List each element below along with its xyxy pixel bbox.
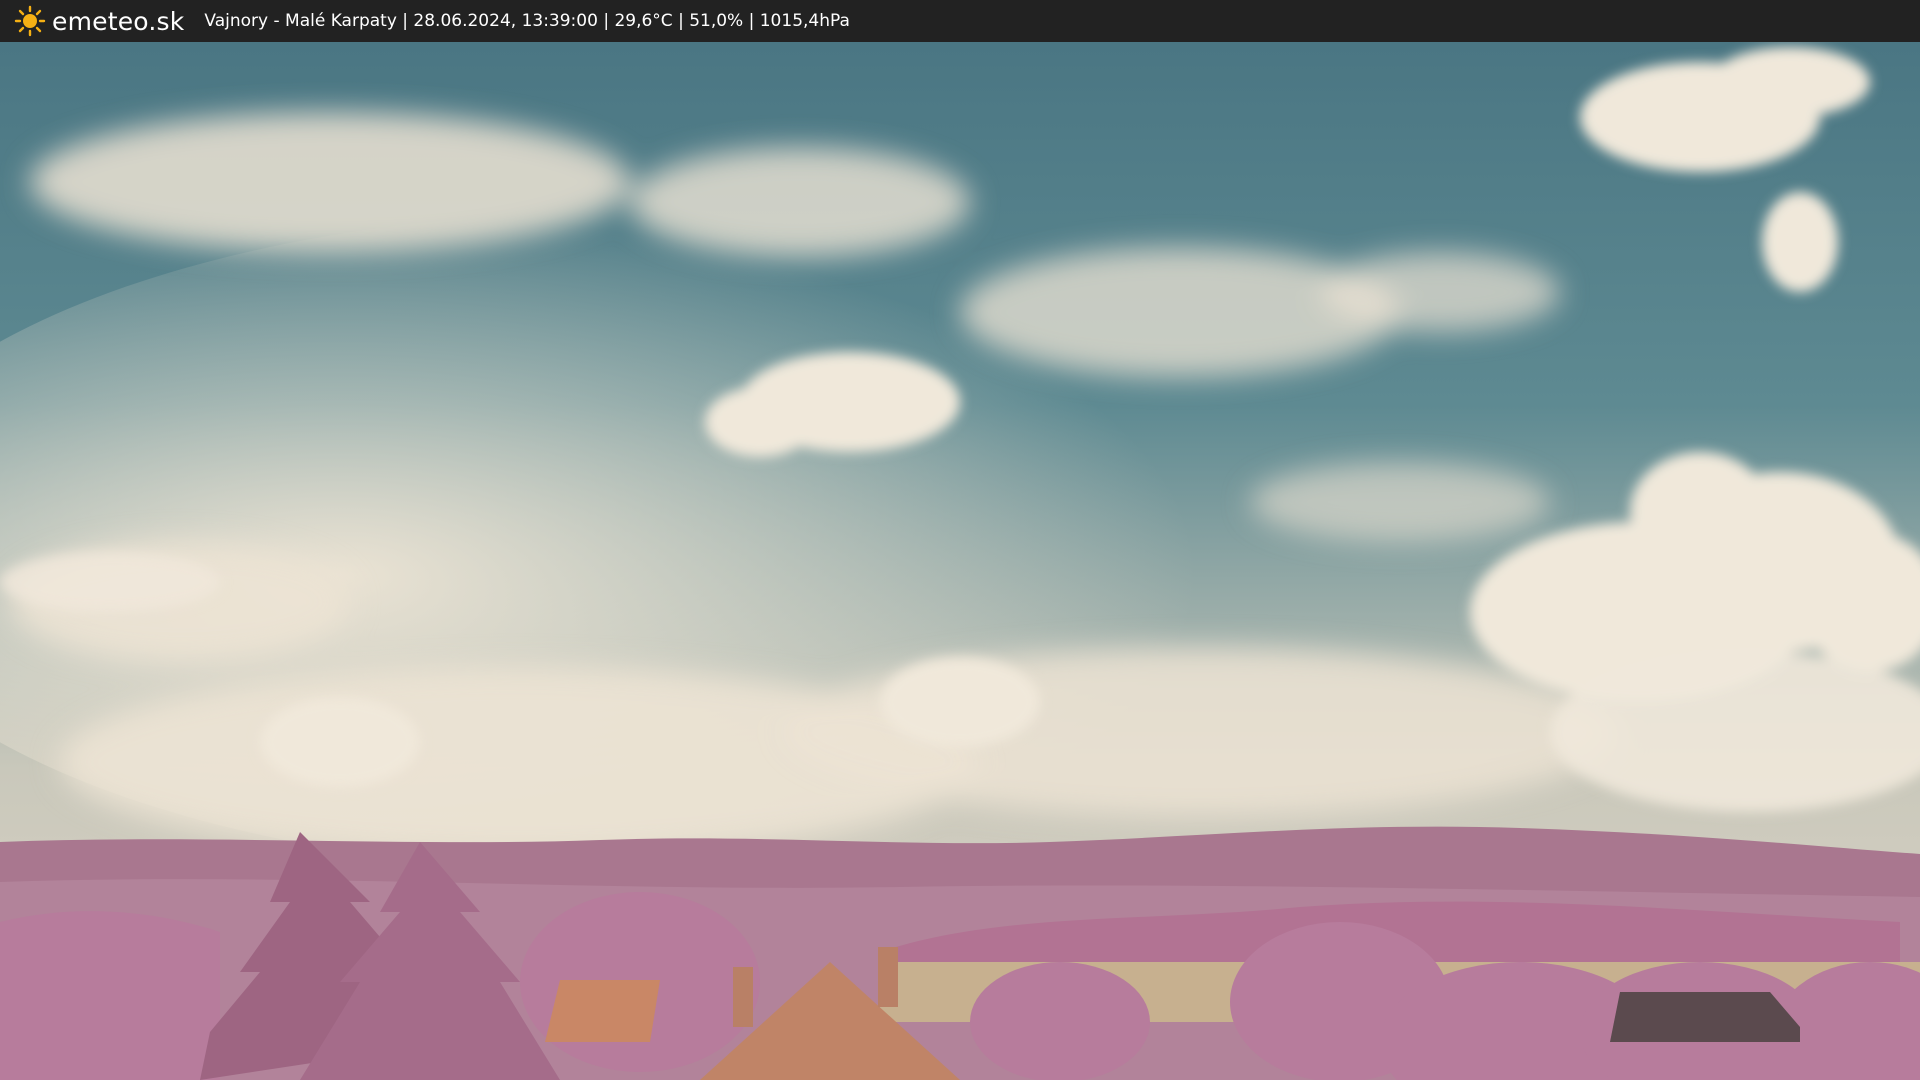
station-caption: Vajnory - Malé Karpaty | 28.06.2024, 13:… (204, 11, 850, 31)
webcam-image (0, 42, 1920, 1080)
sun-icon (14, 5, 46, 37)
site-logo[interactable]: emeteo.sk (14, 5, 184, 37)
chimney-right (878, 947, 898, 1007)
brand-name: emeteo.sk (52, 6, 185, 36)
header-bar: emeteo.sk Vajnory - Malé Karpaty | 28.06… (0, 0, 1920, 42)
barn-right (1610, 992, 1800, 1042)
chimney-left (733, 967, 753, 1027)
roof-left (545, 980, 660, 1042)
webcam-frame: emeteo.sk Vajnory - Malé Karpaty | 28.06… (0, 0, 1920, 1080)
